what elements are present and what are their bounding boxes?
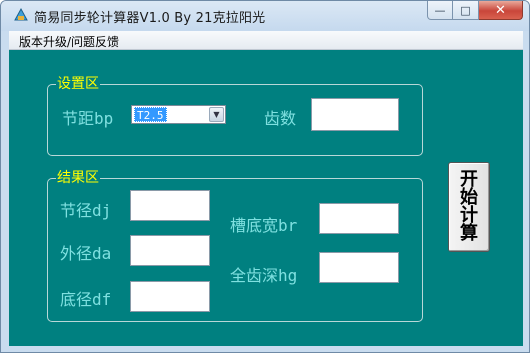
minimize-button[interactable]: — — [427, 1, 453, 20]
root-diameter-label: 底径df — [60, 290, 112, 309]
tooth-depth-label: 全齿深hg — [230, 266, 298, 285]
close-icon: ✕ — [495, 2, 506, 18]
app-window: 简易同步轮计算器V1.0 By 21克拉阳光 — □ ✕ 版本升级/问题反馈 设… — [0, 0, 530, 353]
pitch-select-value: T2.5 — [134, 107, 167, 122]
settings-group-title: 设置区 — [56, 76, 100, 92]
teeth-input[interactable] — [311, 98, 399, 131]
maximize-icon: □ — [460, 3, 471, 17]
window-controls: — □ ✕ — [427, 1, 523, 21]
groove-width-field[interactable] — [319, 203, 399, 234]
menu-item-feedback[interactable]: 版本升级/问题反馈 — [19, 33, 119, 50]
groove-width-label: 槽底宽br — [230, 216, 298, 235]
app-icon — [13, 7, 29, 23]
teeth-label: 齿数 — [264, 109, 297, 128]
settings-group: 设置区 节距bp T2.5 ▼ 齿数 — [47, 76, 423, 156]
outer-diameter-label: 外径da — [60, 244, 112, 263]
root-diameter-field[interactable] — [130, 281, 210, 312]
pitch-diameter-field[interactable] — [130, 190, 210, 221]
title-bar[interactable]: 简易同步轮计算器V1.0 By 21克拉阳光 — □ ✕ — [1, 1, 529, 31]
pitch-diameter-label: 节径dj — [60, 201, 112, 220]
maximize-button[interactable]: □ — [453, 1, 479, 20]
close-button[interactable]: ✕ — [479, 1, 523, 20]
pitch-label: 节距bp — [62, 109, 114, 128]
pitch-select[interactable]: T2.5 ▼ — [131, 105, 226, 124]
minimize-icon: — — [434, 3, 446, 17]
results-group: 结果区 节径dj 外径da 底径df 槽底宽br 全齿深hg — [47, 170, 423, 322]
client-area: 设置区 节距bp T2.5 ▼ 齿数 结果区 节径dj 外径da 底径df 槽底… — [9, 50, 523, 346]
results-group-title: 结果区 — [56, 170, 100, 186]
tooth-depth-field[interactable] — [319, 252, 399, 283]
start-calculation-label: 开始计算 — [460, 169, 478, 244]
window-title: 简易同步轮计算器V1.0 By 21克拉阳光 — [34, 11, 266, 26]
outer-diameter-field[interactable] — [130, 235, 210, 266]
start-calculation-button[interactable]: 开始计算 — [448, 162, 490, 252]
menu-bar: 版本升级/问题反馈 — [9, 31, 523, 50]
chevron-down-icon[interactable]: ▼ — [209, 107, 224, 122]
